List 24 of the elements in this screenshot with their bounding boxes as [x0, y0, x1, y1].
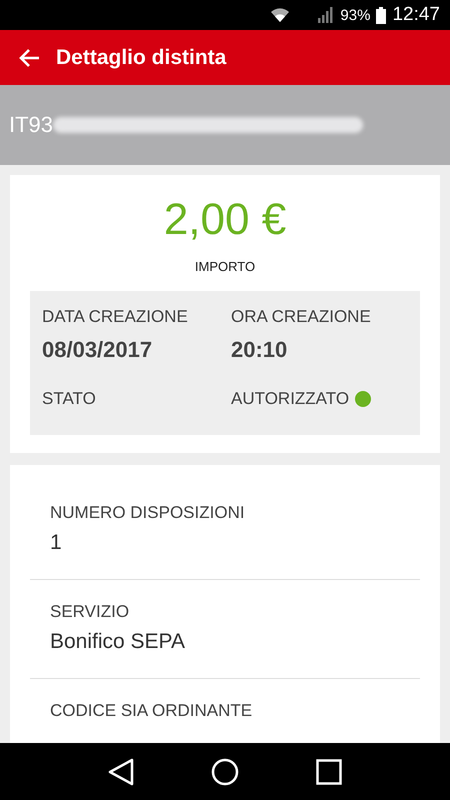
detail-value: 1: [50, 531, 63, 555]
signal-icon: [318, 7, 334, 23]
status-label: STATO: [42, 389, 96, 409]
back-arrow-icon[interactable]: [18, 48, 40, 68]
wifi-icon: [270, 7, 290, 23]
recents-icon[interactable]: [316, 758, 342, 784]
battery-icon: [376, 6, 386, 24]
detail-value: Bonifico SEPA: [50, 630, 186, 654]
status-value: AUTORIZZATO: [231, 389, 350, 409]
amount: 2,00 €: [164, 195, 286, 245]
field-value: 08/03/2017: [42, 337, 154, 363]
battery-percent: 93%: [340, 6, 370, 24]
home-icon[interactable]: [210, 758, 239, 786]
clock: 12:47: [392, 4, 440, 26]
back-icon[interactable]: [108, 758, 134, 786]
field-value: 20:10: [231, 337, 288, 363]
detail-label: NUMERO DISPOSIZIONI: [50, 503, 246, 523]
field-label: DATA CREAZIONE: [42, 307, 189, 327]
detail-label: CODICE SIA ORDINANTE: [50, 701, 254, 721]
field-label: ORA CREAZIONE: [231, 307, 372, 327]
account-number: IT93: [9, 112, 54, 138]
amount-label: IMPORTO: [194, 259, 256, 274]
screen-title: Dettaglio distinta: [56, 46, 226, 70]
detail-label: SERVIZIO: [50, 602, 130, 622]
